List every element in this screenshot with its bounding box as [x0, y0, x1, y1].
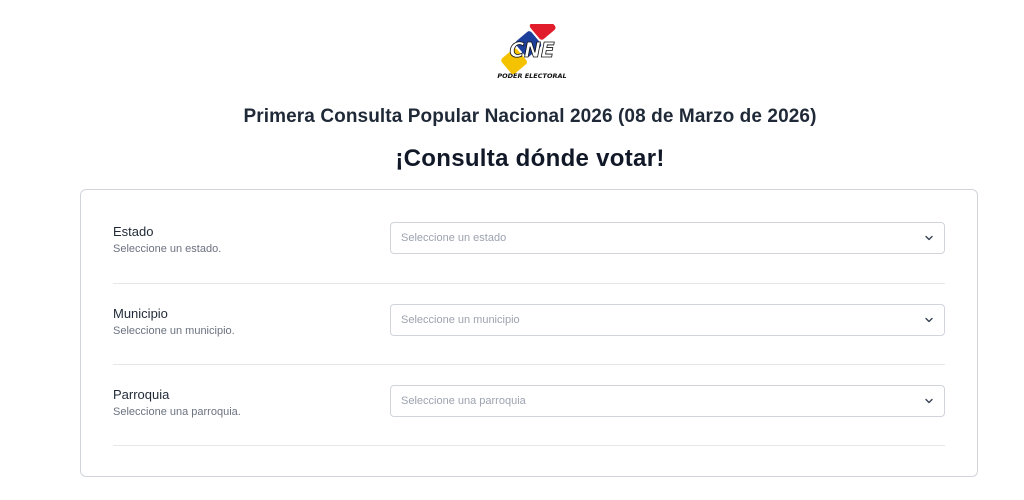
cne-logo: CNE PODER ELECTORAL: [488, 24, 578, 86]
parroquia-select[interactable]: Seleccione una parroquia: [390, 385, 945, 417]
estado-select[interactable]: Seleccione un estado: [390, 222, 945, 254]
parroquia-label: Parroquia: [113, 387, 170, 402]
municipio-select-placeholder: Seleccione un municipio: [401, 314, 520, 326]
chevron-down-icon: [925, 235, 933, 241]
estado-label: Estado: [113, 224, 154, 239]
page-title: ¡Consulta dónde votar!: [395, 145, 665, 172]
form-row-parroquia: Parroquia Seleccione una parroquia. Sele…: [113, 365, 945, 446]
chevron-down-icon: [925, 317, 933, 323]
logo-tagline: PODER ELECTORAL: [497, 72, 566, 80]
estado-select-placeholder: Seleccione un estado: [401, 232, 507, 244]
search-form-card: Estado Seleccione un estado. Seleccione …: [80, 189, 978, 477]
chevron-down-icon: [925, 398, 933, 404]
municipio-label: Municipio: [113, 306, 168, 321]
page-subtitle: Primera Consulta Popular Nacional 2026 (…: [243, 106, 817, 127]
municipio-hint: Seleccione un municipio.: [113, 325, 235, 337]
estado-hint: Seleccione un estado.: [113, 243, 222, 255]
municipio-select[interactable]: Seleccione un municipio: [390, 304, 945, 336]
parroquia-hint: Seleccione una parroquia.: [113, 406, 241, 418]
form-row-estado: Estado Seleccione un estado. Seleccione …: [113, 202, 945, 284]
logo-text: CNE: [509, 38, 554, 62]
parroquia-select-placeholder: Seleccione una parroquia: [401, 395, 526, 407]
form-row-municipio: Municipio Seleccione un municipio. Selec…: [113, 284, 945, 365]
